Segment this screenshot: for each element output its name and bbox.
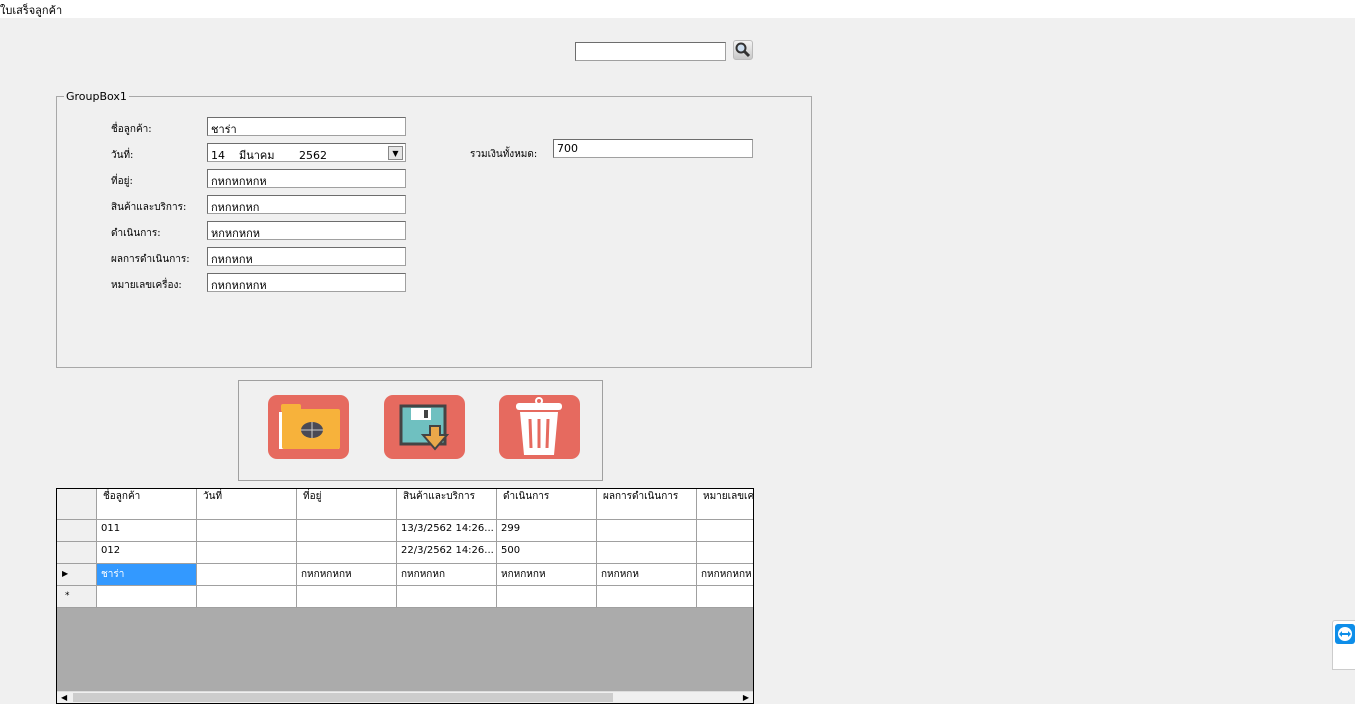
search-button[interactable]: [733, 40, 753, 60]
date-picker[interactable]: 14 มีนาคม 2562 ▼: [207, 143, 406, 162]
field-input[interactable]: กหกหกหก: [207, 195, 406, 214]
field-label: ชื่อลูกค้า:: [111, 124, 152, 135]
table-cell[interactable]: 500: [497, 542, 597, 564]
table-cell[interactable]: [397, 586, 497, 608]
column-header[interactable]: ผลการดำเนินการ: [597, 489, 697, 520]
row-header[interactable]: [57, 520, 97, 542]
current-row-icon: ▶: [62, 569, 69, 578]
field-label: ที่อยู่:: [111, 176, 133, 187]
table-cell[interactable]: [297, 586, 397, 608]
column-header[interactable]: หมายเลขเครื่อง: [697, 489, 753, 520]
table-cell[interactable]: [297, 542, 397, 564]
chevron-down-icon[interactable]: ▼: [388, 146, 403, 160]
corner-header: [57, 489, 97, 520]
table-cell[interactable]: [697, 542, 753, 564]
table-cell[interactable]: [197, 520, 297, 542]
table-row[interactable]: *: [57, 586, 753, 608]
table-cell[interactable]: [297, 520, 397, 542]
row-header[interactable]: ▶: [57, 564, 97, 586]
table-cell[interactable]: 012: [97, 542, 197, 564]
table-cell[interactable]: [197, 542, 297, 564]
table-cell[interactable]: กหกหกหกห: [297, 564, 397, 586]
groupbox-title: GroupBox1: [64, 90, 129, 103]
table-cell[interactable]: 13/3/2562 14:26...: [397, 520, 497, 542]
column-header[interactable]: ที่อยู่: [297, 489, 397, 520]
window-title: ใบเสร็จลูกค้า: [0, 0, 1355, 18]
table-cell[interactable]: กหกหกหก: [397, 564, 497, 586]
field-label: หมายเลขเครื่อง:: [111, 280, 182, 291]
total-field[interactable]: 700: [553, 139, 753, 158]
trash-icon: [516, 397, 562, 455]
table-cell[interactable]: [497, 586, 597, 608]
total-label: รวมเงินทั้งหมด:: [470, 149, 538, 160]
table-cell[interactable]: หกหกหกห: [497, 564, 597, 586]
field-input[interactable]: กหกหกหกห: [207, 273, 406, 292]
field-label: สินค้าและบริการ:: [111, 202, 187, 213]
table-cell[interactable]: 22/3/2562 14:26...: [397, 542, 497, 564]
field-label: วันที่:: [111, 150, 134, 161]
table-cell[interactable]: 299: [497, 520, 597, 542]
scroll-right-icon[interactable]: ▶: [743, 693, 749, 702]
field-input[interactable]: หกหกหกห: [207, 221, 406, 240]
column-header[interactable]: ชื่อลูกค้า: [97, 489, 197, 520]
table-cell[interactable]: [697, 586, 753, 608]
groupbox: [56, 96, 812, 368]
table-cell[interactable]: [597, 586, 697, 608]
row-header[interactable]: *: [57, 586, 97, 608]
field-label: ผลการดำเนินการ:: [111, 254, 190, 265]
table-cell[interactable]: กหกหกห: [597, 564, 697, 586]
table-cell[interactable]: [197, 564, 297, 586]
table-row[interactable]: 011 13/3/2562 14:26... 299: [57, 520, 753, 542]
table-cell[interactable]: [697, 520, 753, 542]
field-input[interactable]: กหกหกหกห: [207, 169, 406, 188]
field-label: ดำเนินการ:: [111, 228, 161, 239]
table-row[interactable]: ▶ ชาร่า กหกหกหกห กหกหกหก หกหกหกห กหกหกห กหกหกห…: [57, 564, 753, 586]
search-icon: [735, 42, 751, 58]
teamviewer-widget[interactable]: [1332, 620, 1355, 670]
column-header[interactable]: ดำเนินการ: [497, 489, 597, 520]
delete-button[interactable]: [499, 395, 580, 459]
field-input[interactable]: ชาร่า: [207, 117, 406, 136]
table-cell[interactable]: [597, 542, 697, 564]
folder-icon: [279, 404, 340, 449]
row-header[interactable]: [57, 542, 97, 564]
save-button[interactable]: [384, 395, 465, 459]
table-cell[interactable]: ชาร่า: [97, 564, 197, 586]
table-cell[interactable]: [97, 586, 197, 608]
column-header[interactable]: วันที่: [197, 489, 297, 520]
scroll-left-icon[interactable]: ◀: [61, 693, 67, 702]
table-cell[interactable]: [197, 586, 297, 608]
date-value: 14 มีนาคม 2562: [211, 149, 328, 162]
table-row[interactable]: 012 22/3/2562 14:26... 500: [57, 542, 753, 564]
field-input[interactable]: กหกหกห: [207, 247, 406, 266]
button-panel: [238, 380, 603, 481]
horizontal-scrollbar[interactable]: ◀ ▶: [57, 691, 753, 703]
new-row-marker: *: [65, 591, 70, 601]
open-button[interactable]: [268, 395, 349, 459]
column-header[interactable]: สินค้าและบริการ: [397, 489, 497, 520]
data-grid[interactable]: ชื่อลูกค้า วันที่ ที่อยู่ สินค้าและบริการ ดำ…: [56, 488, 754, 704]
save-icon: [399, 404, 450, 451]
teamviewer-icon: [1335, 624, 1355, 644]
table-cell[interactable]: 011: [97, 520, 197, 542]
scroll-thumb[interactable]: [73, 693, 613, 702]
search-input[interactable]: [575, 42, 726, 61]
table-cell[interactable]: กหกหกหกห: [697, 564, 753, 586]
table-cell[interactable]: [597, 520, 697, 542]
